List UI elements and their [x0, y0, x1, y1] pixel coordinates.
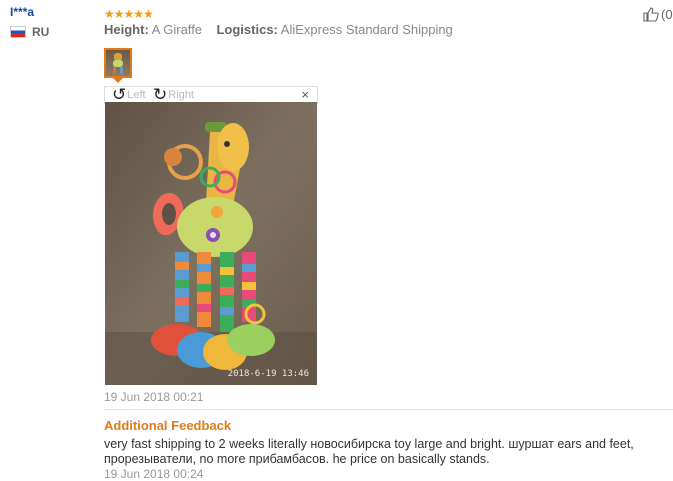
giraffe-toy-image — [105, 102, 317, 385]
logistics-value: AliExpress Standard Shipping — [280, 22, 453, 37]
reviewer-name: I***a — [10, 5, 35, 19]
review-photo: 2018-6-19 13:46 — [105, 102, 317, 385]
reviewer-country: RU — [10, 25, 49, 39]
photo-timestamp: 2018-6-19 13:46 — [227, 369, 309, 379]
rotate-left-icon: ↺ — [112, 85, 127, 104]
divider — [104, 409, 673, 410]
helpful-button[interactable]: (0 — [643, 7, 673, 22]
rotate-left-button[interactable]: ↺ Left — [112, 85, 146, 104]
height-value: A Giraffe — [151, 22, 203, 37]
rotate-right-button[interactable]: ↻ Right — [153, 85, 194, 104]
height-label: Height: — [104, 22, 149, 37]
photo-thumbnail[interactable] — [104, 48, 132, 78]
flag-ru-icon — [10, 26, 26, 38]
thumbnail-pointer — [113, 78, 123, 83]
additional-feedback-date: 19 Jun 2018 00:24 — [104, 467, 204, 481]
rotate-left-label: Left — [127, 89, 146, 101]
additional-feedback-title: Additional Feedback — [104, 418, 232, 433]
country-label: RU — [32, 25, 50, 39]
helpful-count: (0 — [661, 7, 673, 22]
rotate-right-icon: ↻ — [153, 85, 168, 104]
logistics-label: Logistics: — [216, 22, 278, 37]
order-properties: Height: A Giraffe Logistics: AliExpress … — [104, 22, 453, 37]
additional-feedback-text: very fast shipping to 2 weeks literally … — [104, 437, 634, 466]
rating-stars: ★★★★★ — [104, 7, 154, 21]
review-date: 19 Jun 2018 00:21 — [104, 390, 204, 404]
close-icon[interactable]: × — [301, 87, 309, 103]
thumbs-up-icon — [643, 7, 659, 22]
rotate-right-label: Right — [168, 89, 194, 101]
